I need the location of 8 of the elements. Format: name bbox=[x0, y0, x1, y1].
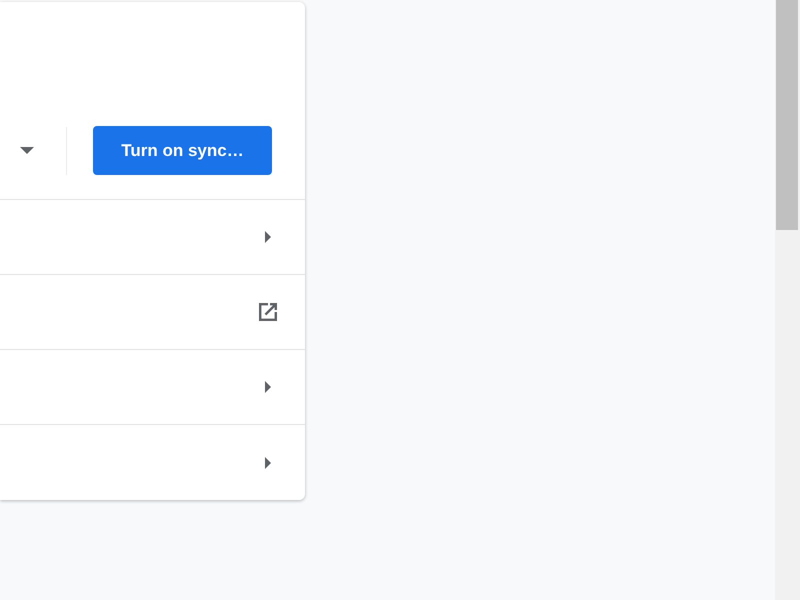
scrollbar[interactable] bbox=[775, 0, 800, 600]
scrollbar-thumb[interactable] bbox=[776, 0, 798, 230]
dropdown-caret-icon[interactable] bbox=[20, 147, 34, 154]
open-in-new-icon[interactable] bbox=[256, 300, 280, 324]
submenu-arrow-icon[interactable] bbox=[265, 231, 271, 243]
submenu-arrow-icon[interactable] bbox=[265, 381, 271, 393]
turn-on-sync-button[interactable]: Turn on sync… bbox=[93, 126, 272, 175]
submenu-arrow-icon[interactable] bbox=[265, 456, 271, 468]
